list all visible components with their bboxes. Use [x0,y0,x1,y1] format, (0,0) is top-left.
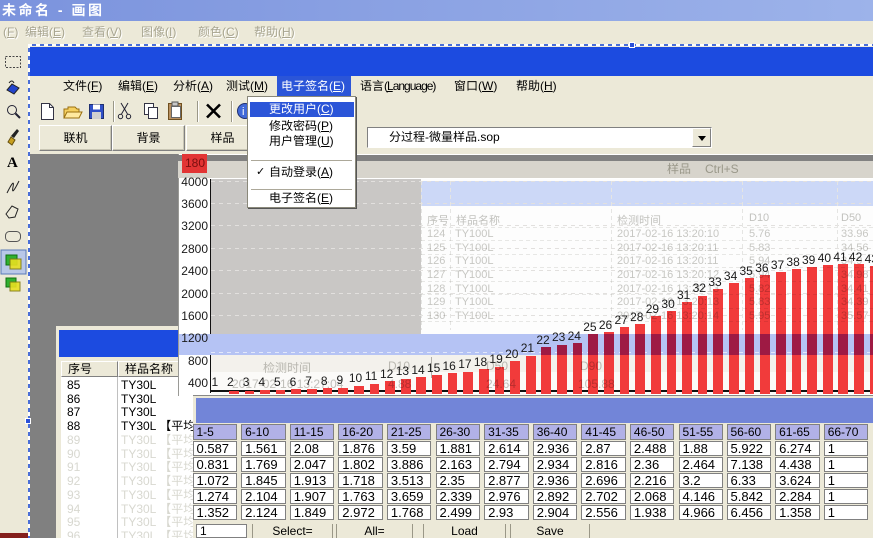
svg-text:A: A [7,155,18,171]
svg-text:i: i [242,106,244,118]
